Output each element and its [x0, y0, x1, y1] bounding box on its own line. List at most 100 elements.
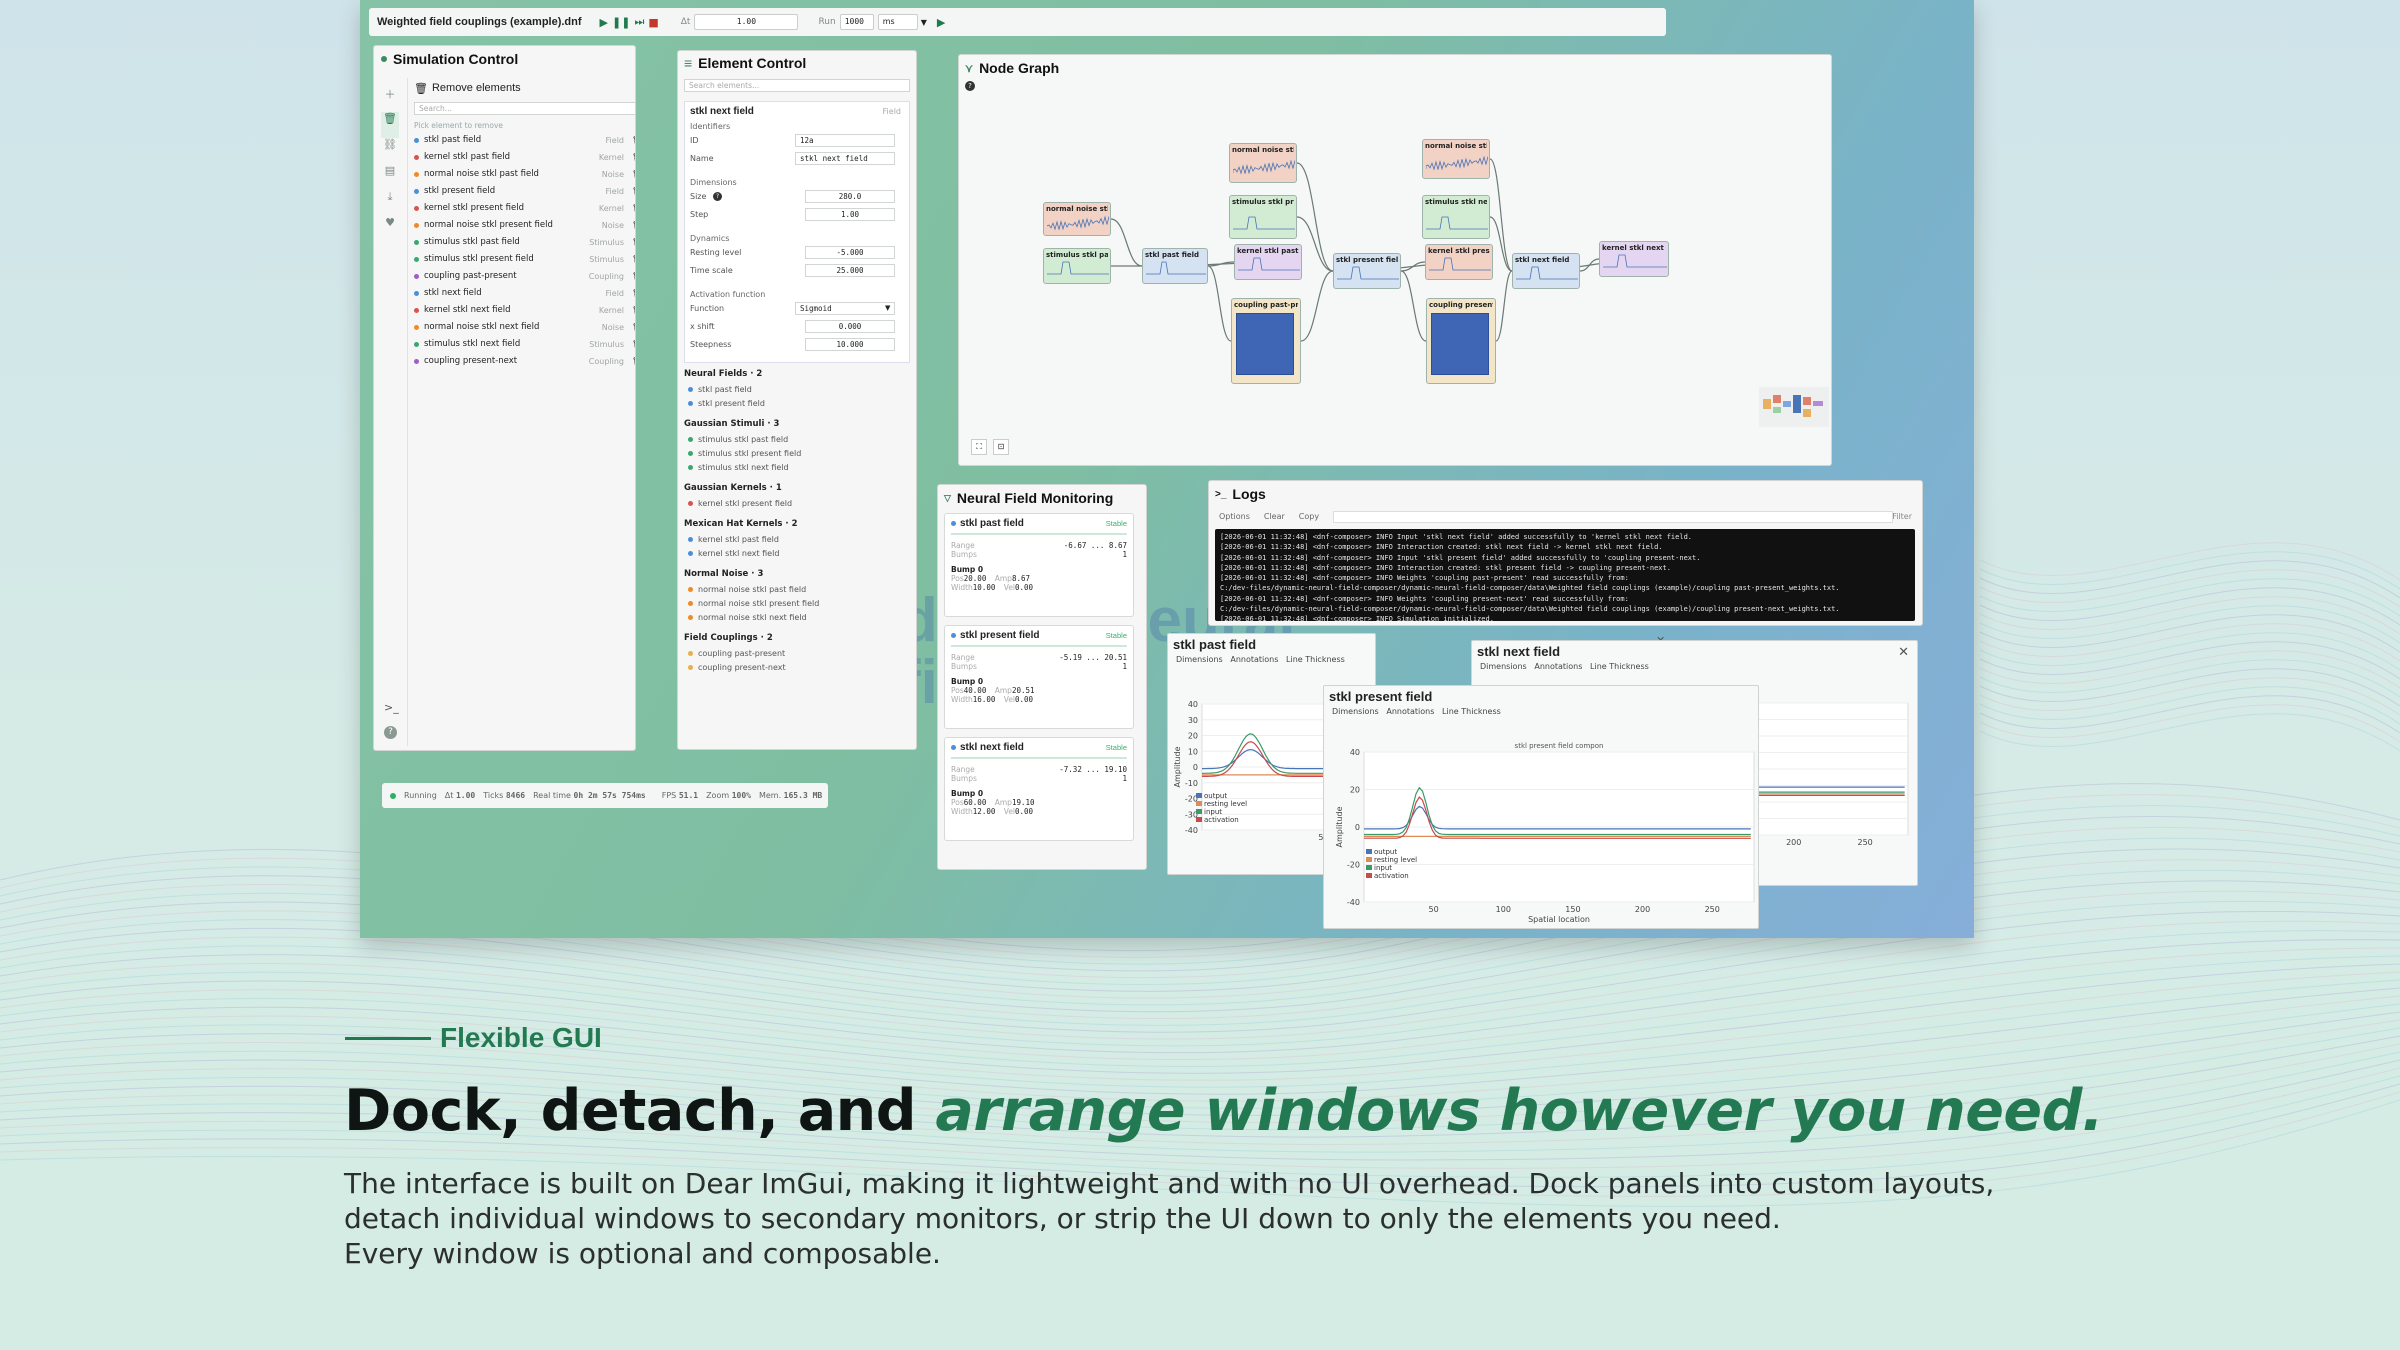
- element-list-item[interactable]: coupling present-next Coupling 🗑: [414, 356, 635, 366]
- element-list-item[interactable]: coupling past-present Coupling 🗑: [414, 271, 635, 281]
- chevron-down-icon[interactable]: ▼: [885, 304, 890, 312]
- group-item[interactable]: stkl past field: [688, 385, 908, 394]
- remove-search-input[interactable]: Search...: [414, 102, 635, 115]
- field-input[interactable]: stkl next field: [795, 152, 895, 165]
- graph-node[interactable]: normal noise stkl p: [1043, 202, 1111, 236]
- trash-icon[interactable]: 🗑: [632, 204, 635, 213]
- tab-annotations[interactable]: Annotations: [1230, 655, 1278, 664]
- element-list-item[interactable]: stkl past field Field 🗑: [414, 135, 635, 145]
- logs-options-button[interactable]: Options: [1219, 512, 1250, 521]
- download-icon[interactable]: ⤓: [381, 190, 399, 216]
- trash-icon[interactable]: 🗑: [632, 323, 635, 332]
- graph-node[interactable]: coupling past-pres: [1231, 298, 1301, 384]
- run-play-icon[interactable]: ▶: [937, 16, 945, 29]
- field-input[interactable]: 25.000: [805, 264, 895, 277]
- close-icon[interactable]: ✕: [1898, 645, 1909, 660]
- help-icon[interactable]: ?: [384, 726, 397, 739]
- trash-icon[interactable]: 🗑: [632, 136, 635, 145]
- trash-icon[interactable]: 🗑: [632, 306, 635, 315]
- graph-node[interactable]: stkl past field: [1142, 248, 1208, 284]
- link-icon[interactable]: ⛓: [381, 138, 399, 164]
- plot-window-present[interactable]: stkl present field Dimensions Annotation…: [1323, 685, 1759, 929]
- trash-icon[interactable]: 🗑: [632, 238, 635, 247]
- field-input[interactable]: Sigmoid: [795, 302, 895, 315]
- group-item[interactable]: stkl present field: [688, 399, 908, 408]
- element-list-item[interactable]: normal noise stkl past field Noise 🗑: [414, 169, 635, 179]
- group-item[interactable]: normal noise stkl present field: [688, 599, 908, 608]
- element-list-item[interactable]: kernel stkl present field Kernel 🗑: [414, 203, 635, 213]
- graph-node[interactable]: kernel stkl past fie: [1234, 244, 1302, 280]
- tab-annotations[interactable]: Annotations: [1386, 707, 1434, 716]
- group-item[interactable]: stimulus stkl past field: [688, 435, 908, 444]
- trash-icon[interactable]: 🗑: [632, 153, 635, 162]
- trash-icon[interactable]: 🗑: [632, 221, 635, 230]
- heart-icon[interactable]: ♥: [381, 216, 399, 242]
- group-item[interactable]: coupling past-present: [688, 649, 908, 658]
- tab-line-thickness[interactable]: Line Thickness: [1286, 655, 1345, 664]
- fit-view-icon[interactable]: ⛶: [971, 439, 987, 455]
- graph-node[interactable]: stimulus stkl prese: [1229, 195, 1297, 239]
- logs-clear-button[interactable]: Clear: [1264, 512, 1285, 521]
- step-icon[interactable]: ⏭: [634, 15, 644, 29]
- graph-node[interactable]: stkl present field: [1333, 253, 1401, 289]
- run-unit-select[interactable]: ms: [877, 14, 918, 30]
- element-list-item[interactable]: stkl present field Field 🗑: [414, 186, 635, 196]
- reset-view-icon[interactable]: ⊡: [993, 439, 1009, 455]
- element-list-item[interactable]: stimulus stkl present field Stimulus 🗑: [414, 254, 635, 264]
- tab-dimensions[interactable]: Dimensions: [1332, 707, 1379, 716]
- group-item[interactable]: kernel stkl next field: [688, 549, 908, 558]
- logs-filter-input[interactable]: [1333, 511, 1893, 523]
- tab-line-thickness[interactable]: Line Thickness: [1590, 662, 1649, 671]
- stop-icon[interactable]: ■: [648, 16, 658, 29]
- graph-node[interactable]: normal noise stkl n: [1422, 139, 1490, 179]
- group-item[interactable]: stimulus stkl next field: [688, 463, 908, 472]
- play-icon[interactable]: ▶: [600, 16, 608, 29]
- graph-node[interactable]: stimulus stkl past: [1043, 248, 1111, 284]
- run-input[interactable]: 1000: [839, 14, 874, 30]
- graph-node[interactable]: stkl next field: [1512, 253, 1580, 289]
- dt-input[interactable]: 1.00: [694, 14, 799, 30]
- file-icon[interactable]: ▤: [381, 164, 399, 190]
- trash-icon[interactable]: 🗑: [632, 170, 635, 179]
- field-input[interactable]: 280.0: [805, 190, 895, 203]
- trash-icon[interactable]: 🗑: [632, 340, 635, 349]
- field-input[interactable]: 12a: [795, 134, 895, 147]
- group-item[interactable]: normal noise stkl next field: [688, 613, 908, 622]
- graph-node[interactable]: normal noise stkl p: [1229, 143, 1297, 183]
- element-list-item[interactable]: normal noise stkl present field Noise 🗑: [414, 220, 635, 230]
- graph-node[interactable]: stimulus stkl next: [1422, 195, 1490, 239]
- group-item[interactable]: kernel stkl present field: [688, 499, 908, 508]
- trash-icon[interactable]: 🗑: [632, 187, 635, 196]
- graph-node[interactable]: kernel stkl next fie: [1599, 241, 1669, 277]
- field-input[interactable]: 0.000: [805, 320, 895, 333]
- trash-icon[interactable]: 🗑: [632, 255, 635, 264]
- trash-icon[interactable]: 🗑: [632, 289, 635, 298]
- element-list-item[interactable]: stkl next field Field 🗑: [414, 288, 635, 298]
- tab-annotations[interactable]: Annotations: [1534, 662, 1582, 671]
- pause-icon[interactable]: ❚❚: [612, 16, 630, 29]
- trash-icon[interactable]: 🗑: [381, 112, 399, 138]
- tab-line-thickness[interactable]: Line Thickness: [1442, 707, 1501, 716]
- help-icon[interactable]: ?: [713, 192, 722, 201]
- tab-dimensions[interactable]: Dimensions: [1480, 662, 1527, 671]
- graph-node[interactable]: coupling present-n: [1426, 298, 1496, 384]
- element-list-item[interactable]: normal noise stkl next field Noise 🗑: [414, 322, 635, 332]
- trash-icon[interactable]: 🗑: [632, 357, 635, 366]
- element-list-item[interactable]: kernel stkl next field Kernel 🗑: [414, 305, 635, 315]
- tab-dimensions[interactable]: Dimensions: [1176, 655, 1223, 664]
- element-list-item[interactable]: kernel stkl past field Kernel 🗑: [414, 152, 635, 162]
- minimap[interactable]: [1759, 387, 1829, 427]
- trash-icon[interactable]: 🗑: [632, 272, 635, 281]
- graph-node[interactable]: kernel stkl present: [1425, 244, 1493, 280]
- add-icon[interactable]: ＋: [381, 86, 399, 112]
- group-item[interactable]: coupling present-next: [688, 663, 908, 672]
- element-list-item[interactable]: stimulus stkl next field Stimulus 🗑: [414, 339, 635, 349]
- field-input[interactable]: 10.000: [805, 338, 895, 351]
- element-search-input[interactable]: Search elements...: [684, 79, 910, 92]
- logs-copy-button[interactable]: Copy: [1299, 512, 1319, 521]
- group-item[interactable]: kernel stkl past field: [688, 535, 908, 544]
- chevron-down-icon[interactable]: ▼: [921, 18, 927, 27]
- field-input[interactable]: 1.00: [805, 208, 895, 221]
- element-list-item[interactable]: stimulus stkl past field Stimulus 🗑: [414, 237, 635, 247]
- group-item[interactable]: stimulus stkl present field: [688, 449, 908, 458]
